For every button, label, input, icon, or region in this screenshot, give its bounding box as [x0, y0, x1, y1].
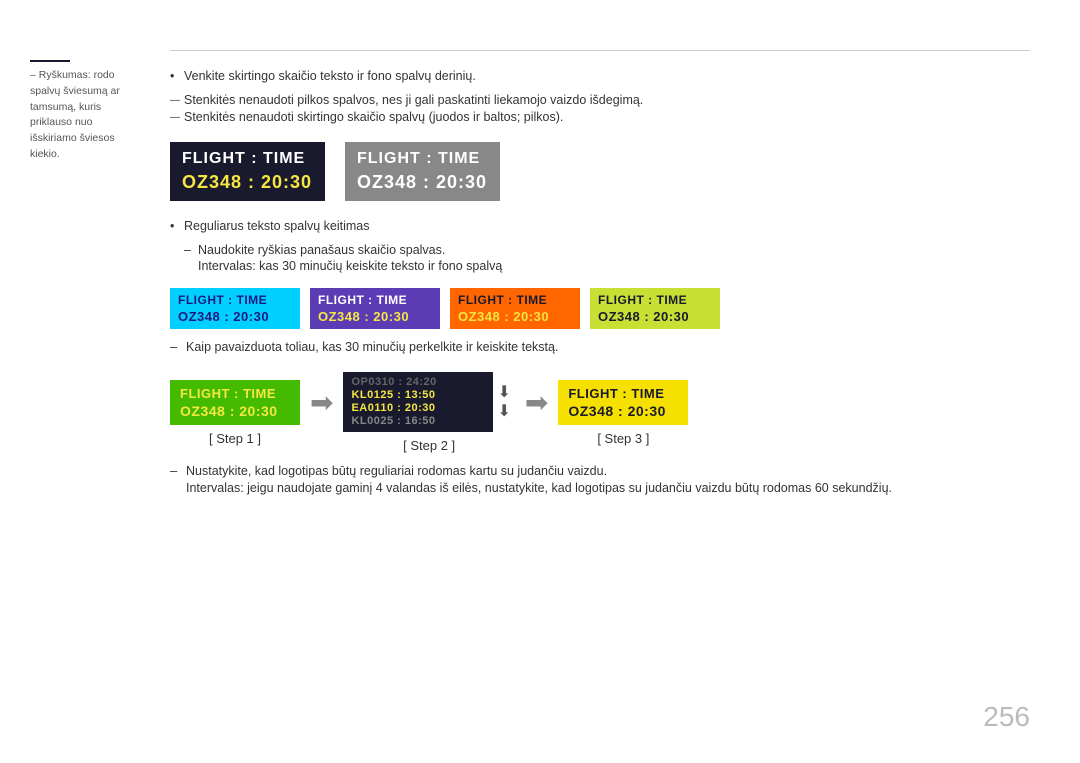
sidebar: – Ryškumas: rodo spalvų šviesumą ar tams…: [0, 40, 160, 723]
steps-section: FLIGHT : TIME OZ348 : 20:30 [ Step 1 ] ➡…: [170, 372, 1030, 453]
small-flight-yellowgreen: FLIGHT : TIME OZ348 : 20:30: [590, 288, 720, 329]
small-flight-orange: FLIGHT : TIME OZ348 : 20:30: [450, 288, 580, 329]
scroll-info-text: Kaip pavaizduota toliau, kas 30 minučių …: [186, 340, 558, 354]
dash-item-1: Stenkitės nenaudoti pilkos spalvos, nes …: [170, 93, 1030, 107]
step2-row-3: KL0025 : 16:50: [351, 415, 485, 427]
sfb-orange-row1: FLIGHT : TIME: [458, 293, 572, 307]
sfb-yg-row2: OZ348 : 20:30: [598, 309, 712, 324]
sfb-yg-row1: FLIGHT : TIME: [598, 293, 712, 307]
main-content: Venkite skirtingo skaičio teksto ir fono…: [160, 40, 1080, 723]
top-bullet-list: Venkite skirtingo skaičio teksto ir fono…: [170, 69, 1030, 83]
step2-row-2: EA0110 : 20:30: [351, 402, 485, 414]
bottom-note-1: Nustatykite, kad logotipas būtų reguliar…: [186, 464, 607, 478]
step2-label: [ Step 2 ]: [403, 438, 455, 453]
step-3-block: FLIGHT : TIME OZ348 : 20:30 [ Step 3 ]: [558, 380, 688, 446]
small-flight-cyan: FLIGHT : TIME OZ348 : 20:30: [170, 288, 300, 329]
small-flight-row: FLIGHT : TIME OZ348 : 20:30 FLIGHT : TIM…: [170, 288, 1030, 329]
dash-item-2: Stenkitės nenaudoti skirtingo skaičio sp…: [170, 110, 1030, 124]
main-flight-displays: FLIGHT : TIME OZ348 : 20:30 FLIGHT : TIM…: [170, 142, 1030, 201]
step3-flight-box: FLIGHT : TIME OZ348 : 20:30: [558, 380, 688, 425]
step1-row1: FLIGHT : TIME: [180, 386, 290, 401]
page-number: 256: [983, 701, 1030, 733]
sfb-purple-row1: FLIGHT : TIME: [318, 293, 432, 307]
sidebar-note: – Ryškumas: rodo spalvų šviesumą ar tams…: [30, 68, 140, 163]
mid-dash-1: – Naudokite ryškias panašaus skaičio spa…: [170, 243, 1030, 257]
flight-box-gray-row2: OZ348 : 20:30: [357, 172, 488, 193]
sfb-purple-row2: OZ348 : 20:30: [318, 309, 432, 324]
mid-bullet-list: Reguliarus teksto spalvų keitimas: [170, 219, 1030, 233]
step2-row-1: KL0125 : 13:50: [351, 389, 485, 401]
step2-row-0: OP0310 : 24:20: [351, 376, 485, 388]
top-dash-list: Stenkitės nenaudoti pilkos spalvos, nes …: [170, 93, 1030, 124]
arrow-down-2: ⬇: [497, 402, 510, 421]
flight-box-dark-row1: FLIGHT : TIME: [182, 150, 313, 168]
arrow-1: ➡: [310, 386, 333, 419]
step1-label: [ Step 1 ]: [209, 431, 261, 446]
flight-box-gray-row1: FLIGHT : TIME: [357, 150, 488, 168]
sidebar-accent-line: [30, 60, 70, 62]
bottom-note-2: Intervalas: jeigu naudojate gaminį 4 val…: [170, 481, 1030, 495]
arrow-down-1: ⬇: [497, 383, 510, 402]
step3-row2: OZ348 : 20:30: [568, 403, 678, 419]
top-divider: [170, 50, 1030, 51]
step2-arrows: ⬇ ⬇: [497, 383, 510, 421]
step-2-block: OP0310 : 24:20 KL0125 : 13:50 EA0110 : 2…: [343, 372, 514, 453]
arrow-2: ➡: [525, 386, 548, 419]
step2-flight-box: OP0310 : 24:20 KL0125 : 13:50 EA0110 : 2…: [343, 372, 493, 432]
step-1-block: FLIGHT : TIME OZ348 : 20:30 [ Step 1 ]: [170, 380, 300, 446]
sfb-cyan-row1: FLIGHT : TIME: [178, 293, 292, 307]
step3-row1: FLIGHT : TIME: [568, 386, 678, 401]
step1-row2: OZ348 : 20:30: [180, 403, 290, 419]
flight-box-dark-row2: OZ348 : 20:30: [182, 172, 313, 193]
sfb-cyan-row2: OZ348 : 20:30: [178, 309, 292, 324]
mid-dash-2: Intervalas: kas 30 minučių keiskite teks…: [170, 259, 1030, 273]
small-flight-purple: FLIGHT : TIME OZ348 : 20:30: [310, 288, 440, 329]
flight-box-gray: FLIGHT : TIME OZ348 : 20:30: [345, 142, 500, 201]
bullet-item-1: Venkite skirtingo skaičio teksto ir fono…: [170, 69, 1030, 83]
step3-label: [ Step 3 ]: [597, 431, 649, 446]
sfb-orange-row2: OZ348 : 20:30: [458, 309, 572, 324]
mid-bullet-1: Reguliarus teksto spalvų keitimas: [170, 219, 1030, 233]
step1-flight-box: FLIGHT : TIME OZ348 : 20:30: [170, 380, 300, 425]
flight-box-dark: FLIGHT : TIME OZ348 : 20:30: [170, 142, 325, 201]
